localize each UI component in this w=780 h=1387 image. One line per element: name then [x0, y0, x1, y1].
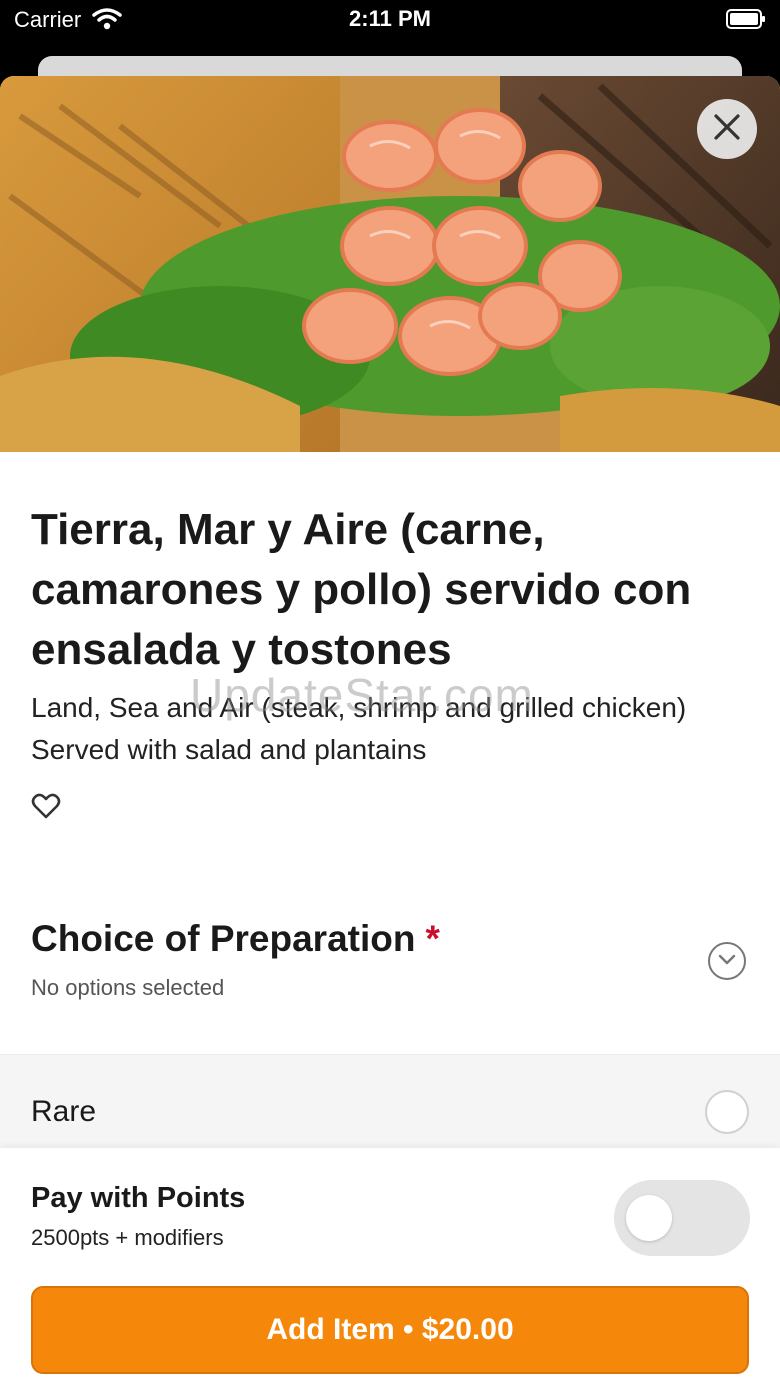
points-title: Pay with Points — [31, 1182, 246, 1214]
option-radio[interactable] — [705, 1090, 749, 1134]
modifier-group-title: Choice of Preparation * — [31, 918, 440, 960]
modifier-group-label: Choice of Preparation — [31, 918, 416, 959]
clock: 2:11 PM — [349, 6, 431, 31]
item-detail-sheet: Tierra, Mar y Aire (carne, camarones y p… — [0, 76, 780, 1387]
status-bar: Carrier 2:11 PM — [0, 0, 780, 56]
points-subtitle: 2500pts + modifiers — [31, 1225, 224, 1250]
toggle-knob — [626, 1195, 672, 1241]
modifier-option-rare[interactable]: Rare — [0, 1054, 780, 1155]
required-marker: * — [425, 918, 440, 959]
heart-outline-icon — [31, 793, 61, 825]
close-button[interactable] — [697, 99, 757, 159]
battery-icon — [726, 9, 766, 29]
option-label: Rare — [31, 1095, 97, 1128]
chevron-down-icon — [717, 952, 737, 971]
food-photo — [0, 76, 780, 452]
modifier-group-status: No options selected — [31, 975, 225, 1000]
add-item-button[interactable]: Add Item • $20.00 — [31, 1286, 749, 1374]
expand-modifier-button[interactable] — [708, 942, 746, 980]
checkout-panel: Pay with Points 2500pts + modifiers Add … — [0, 1148, 780, 1387]
watermark: UpdateStar.com — [190, 669, 534, 721]
pay-with-points-toggle[interactable] — [614, 1180, 750, 1256]
item-title: Tierra, Mar y Aire (carne, camarones y p… — [31, 505, 692, 674]
favorite-button[interactable] — [31, 791, 61, 821]
close-icon — [713, 113, 741, 146]
